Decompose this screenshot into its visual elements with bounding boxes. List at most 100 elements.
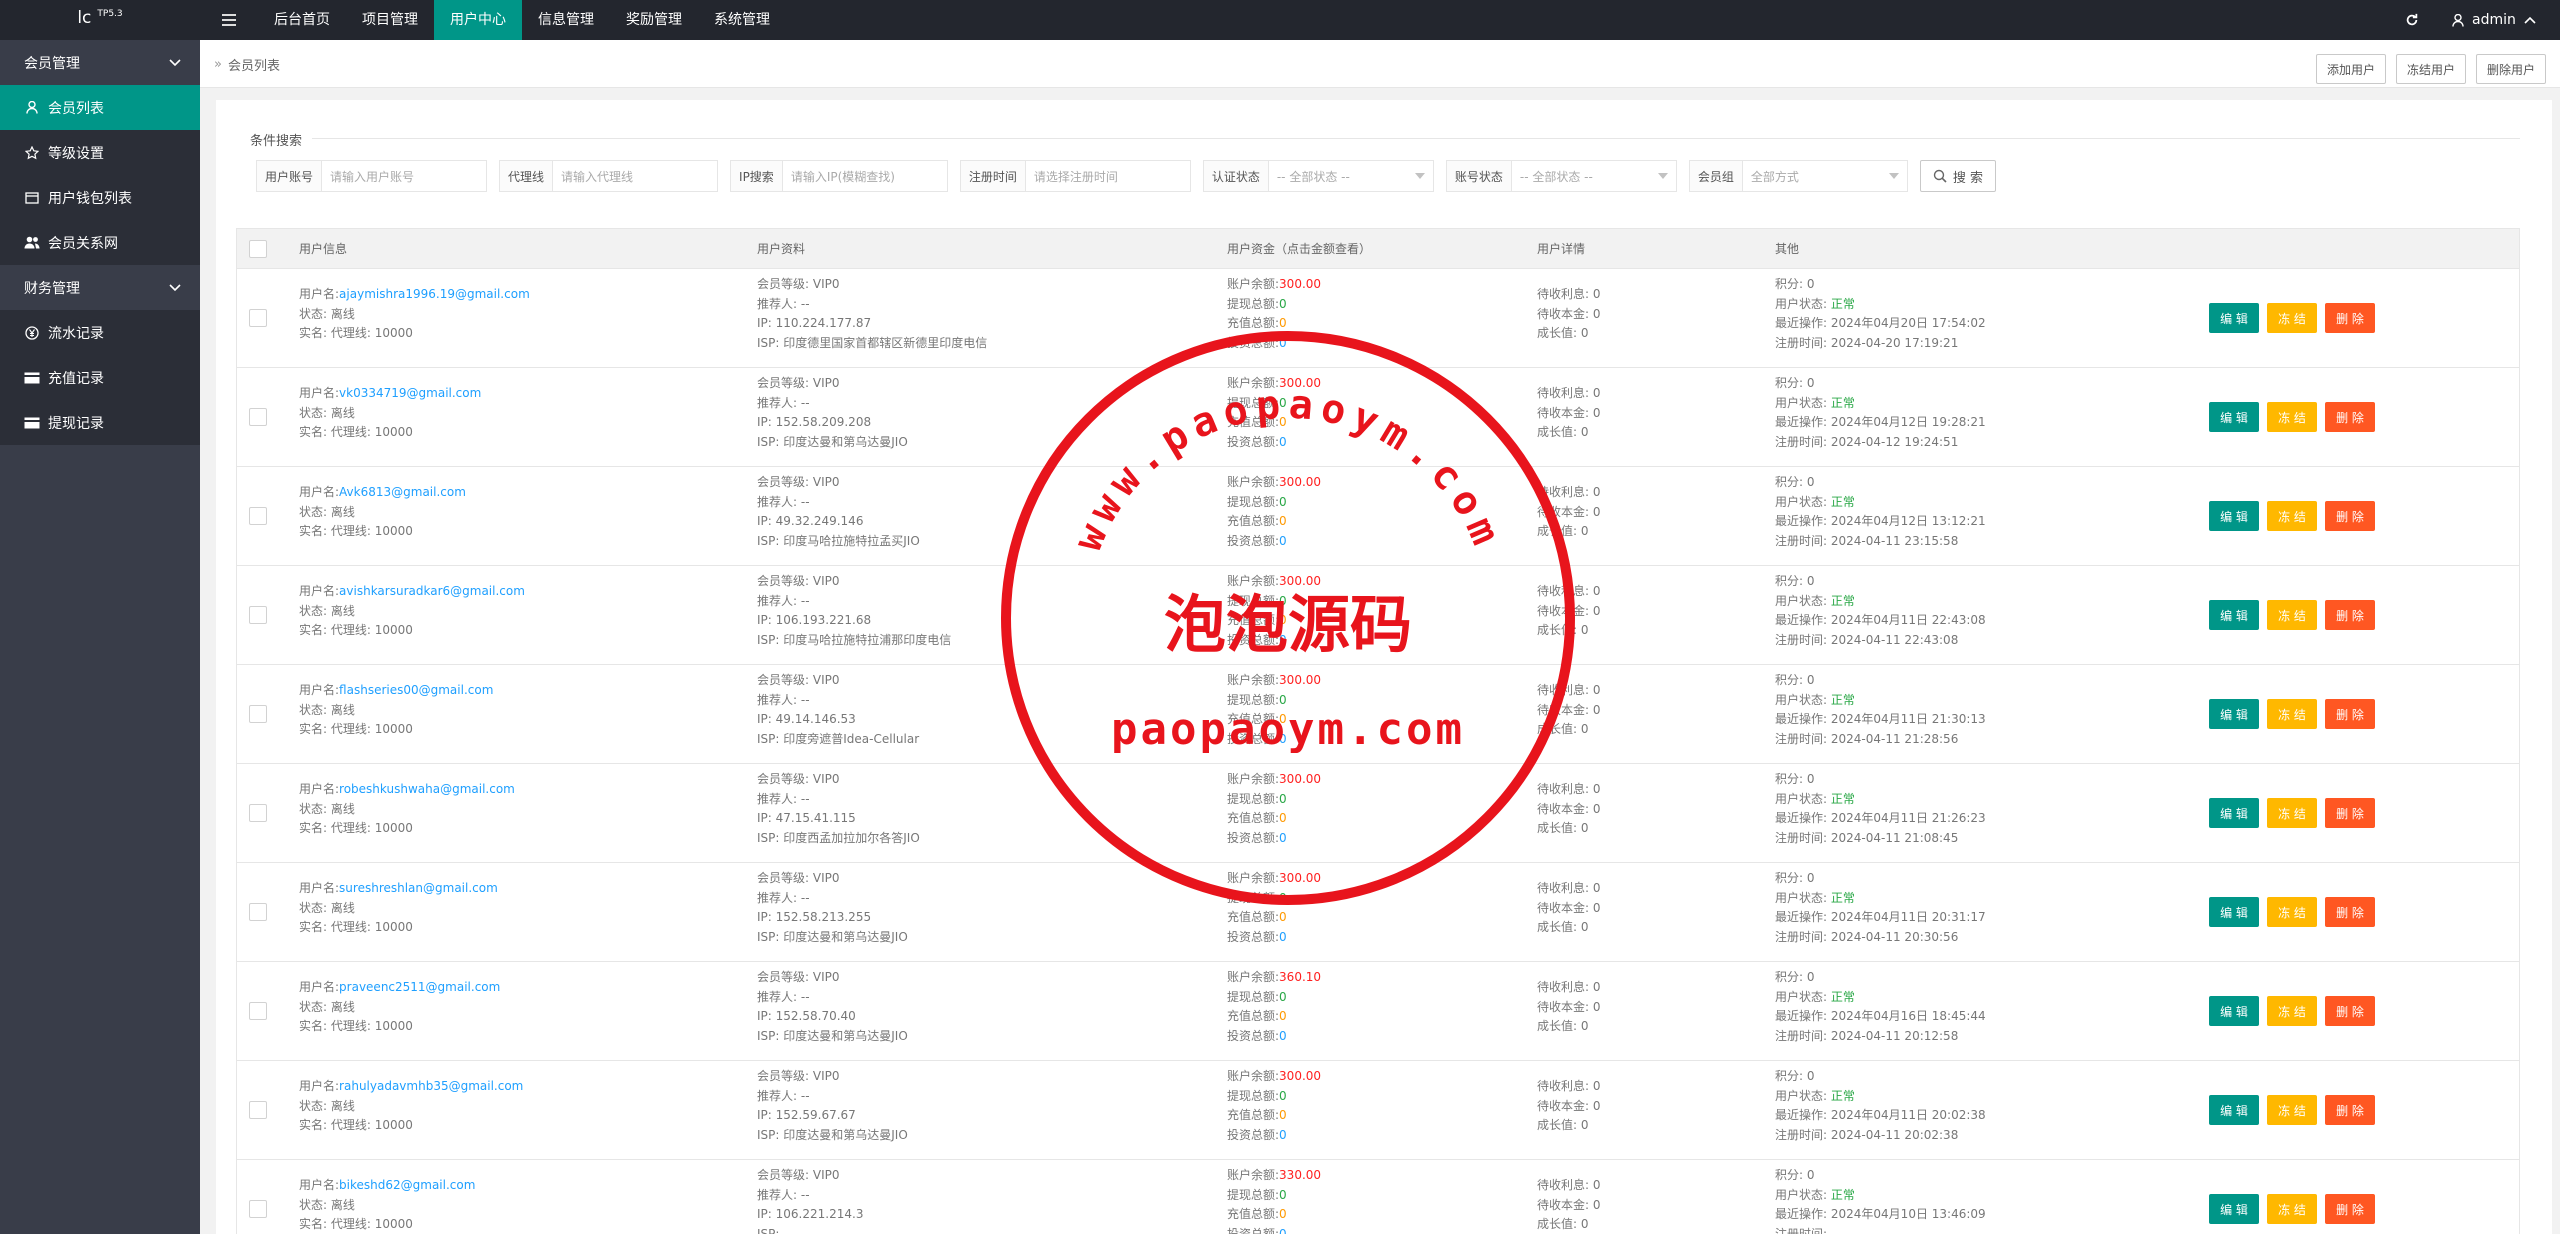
sidebar-item-recharge-records[interactable]: 充值记录: [0, 355, 200, 400]
refresh-icon[interactable]: [2392, 0, 2432, 40]
invest-value[interactable]: 0: [1279, 930, 1287, 944]
row-checkbox[interactable]: [249, 507, 267, 525]
freeze-button[interactable]: 冻 结: [2267, 600, 2317, 630]
row-checkbox[interactable]: [249, 1101, 267, 1119]
nav-rewards[interactable]: 奖励管理: [610, 0, 698, 40]
account-input[interactable]: 请输入用户账号: [322, 161, 487, 191]
row-checkbox[interactable]: [249, 705, 267, 723]
sidebar-item-wallet-list[interactable]: 用户钱包列表: [0, 175, 200, 220]
edit-button[interactable]: 编 辑: [2209, 600, 2259, 630]
invest-value[interactable]: 0: [1279, 732, 1287, 746]
sidebar-item-member-list[interactable]: 会员列表: [0, 85, 200, 130]
row-checkbox[interactable]: [249, 408, 267, 426]
account-status-select[interactable]: -- 全部状态 --: [1511, 161, 1676, 191]
user-email-link[interactable]: rahulyadavmhb35@gmail.com: [339, 1079, 523, 1093]
balance-value[interactable]: 300.00: [1279, 1069, 1321, 1083]
invest-value[interactable]: 0: [1279, 1128, 1287, 1142]
user-email-link[interactable]: Avk6813@gmail.com: [339, 485, 466, 499]
agent-input[interactable]: 请输入代理线: [553, 161, 718, 191]
sidebar-item-member-network[interactable]: 会员关系网: [0, 220, 200, 265]
delete-user-button[interactable]: 删除用户: [2475, 54, 2546, 84]
withdraw-value[interactable]: 0: [1279, 792, 1287, 806]
edit-button[interactable]: 编 辑: [2209, 798, 2259, 828]
invest-value[interactable]: 0: [1279, 1029, 1287, 1043]
recharge-value[interactable]: 0: [1279, 1009, 1287, 1023]
sidebar-item-withdraw-records[interactable]: 提现记录: [0, 400, 200, 445]
nav-projects[interactable]: 项目管理: [346, 0, 434, 40]
edit-button[interactable]: 编 辑: [2209, 501, 2259, 531]
balance-value[interactable]: 360.10: [1279, 970, 1321, 984]
freeze-button[interactable]: 冻 结: [2267, 699, 2317, 729]
edit-button[interactable]: 编 辑: [2209, 303, 2259, 333]
edit-button[interactable]: 编 辑: [2209, 1095, 2259, 1125]
auth-select[interactable]: -- 全部状态 --: [1268, 161, 1433, 191]
withdraw-value[interactable]: 0: [1279, 297, 1287, 311]
menu-toggle-icon[interactable]: [212, 0, 246, 40]
withdraw-value[interactable]: 0: [1279, 891, 1287, 905]
ip-input[interactable]: 请输入IP(模糊查找): [782, 161, 947, 191]
recharge-value[interactable]: 0: [1279, 415, 1287, 429]
add-user-button[interactable]: 添加用户: [2315, 54, 2386, 84]
invest-value[interactable]: 0: [1279, 831, 1287, 845]
user-email-link[interactable]: vk0334719@gmail.com: [339, 386, 481, 400]
freeze-button[interactable]: 冻 结: [2267, 501, 2317, 531]
row-checkbox[interactable]: [249, 804, 267, 822]
user-email-link[interactable]: robeshkushwaha@gmail.com: [339, 782, 515, 796]
row-checkbox[interactable]: [249, 903, 267, 921]
nav-home[interactable]: 后台首页: [258, 0, 346, 40]
freeze-button[interactable]: 冻 结: [2267, 303, 2317, 333]
balance-value[interactable]: 330.00: [1279, 1168, 1321, 1182]
delete-button[interactable]: 删 除: [2325, 1194, 2375, 1224]
freeze-button[interactable]: 冻 结: [2267, 798, 2317, 828]
recharge-value[interactable]: 0: [1279, 1207, 1287, 1221]
freeze-user-button[interactable]: 冻结用户: [2395, 54, 2466, 84]
sidebar-item-flow-records[interactable]: 流水记录: [0, 310, 200, 355]
recharge-value[interactable]: 0: [1279, 613, 1287, 627]
sidebar-group-finance[interactable]: 财务管理: [0, 265, 200, 310]
nav-user-center[interactable]: 用户中心: [434, 0, 522, 40]
balance-value[interactable]: 300.00: [1279, 277, 1321, 291]
edit-button[interactable]: 编 辑: [2209, 699, 2259, 729]
app-logo[interactable]: lc TP5.3: [0, 0, 200, 40]
invest-value[interactable]: 0: [1279, 336, 1287, 350]
delete-button[interactable]: 删 除: [2325, 1095, 2375, 1125]
withdraw-value[interactable]: 0: [1279, 693, 1287, 707]
user-email-link[interactable]: avishkarsuradkar6@gmail.com: [339, 584, 525, 598]
freeze-button[interactable]: 冻 结: [2267, 996, 2317, 1026]
recharge-value[interactable]: 0: [1279, 712, 1287, 726]
freeze-button[interactable]: 冻 结: [2267, 897, 2317, 927]
delete-button[interactable]: 删 除: [2325, 501, 2375, 531]
edit-button[interactable]: 编 辑: [2209, 402, 2259, 432]
search-button[interactable]: 搜 索: [1919, 160, 1997, 192]
row-checkbox[interactable]: [249, 606, 267, 624]
row-checkbox[interactable]: [249, 309, 267, 327]
freeze-button[interactable]: 冻 结: [2267, 402, 2317, 432]
balance-value[interactable]: 300.00: [1279, 871, 1321, 885]
freeze-button[interactable]: 冻 结: [2267, 1194, 2317, 1224]
regtime-input[interactable]: 请选择注册时间: [1025, 161, 1190, 191]
user-email-link[interactable]: praveenc2511@gmail.com: [339, 980, 500, 994]
user-email-link[interactable]: flashseries00@gmail.com: [339, 683, 493, 697]
invest-value[interactable]: 0: [1279, 435, 1287, 449]
invest-value[interactable]: 0: [1279, 534, 1287, 548]
delete-button[interactable]: 删 除: [2325, 996, 2375, 1026]
delete-button[interactable]: 删 除: [2325, 897, 2375, 927]
edit-button[interactable]: 编 辑: [2209, 996, 2259, 1026]
invest-value[interactable]: 0: [1279, 1227, 1287, 1234]
recharge-value[interactable]: 0: [1279, 910, 1287, 924]
recharge-value[interactable]: 0: [1279, 316, 1287, 330]
delete-button[interactable]: 删 除: [2325, 798, 2375, 828]
balance-value[interactable]: 300.00: [1279, 376, 1321, 390]
user-email-link[interactable]: sureshreshlan@gmail.com: [339, 881, 498, 895]
recharge-value[interactable]: 0: [1279, 1108, 1287, 1122]
edit-button[interactable]: 编 辑: [2209, 1194, 2259, 1224]
balance-value[interactable]: 300.00: [1279, 673, 1321, 687]
recharge-value[interactable]: 0: [1279, 811, 1287, 825]
user-menu[interactable]: admin: [2452, 0, 2536, 40]
withdraw-value[interactable]: 0: [1279, 1089, 1287, 1103]
sidebar-item-level-settings[interactable]: 等级设置: [0, 130, 200, 175]
row-checkbox[interactable]: [249, 1200, 267, 1218]
nav-info[interactable]: 信息管理: [522, 0, 610, 40]
user-email-link[interactable]: ajaymishra1996.19@gmail.com: [339, 287, 530, 301]
withdraw-value[interactable]: 0: [1279, 495, 1287, 509]
